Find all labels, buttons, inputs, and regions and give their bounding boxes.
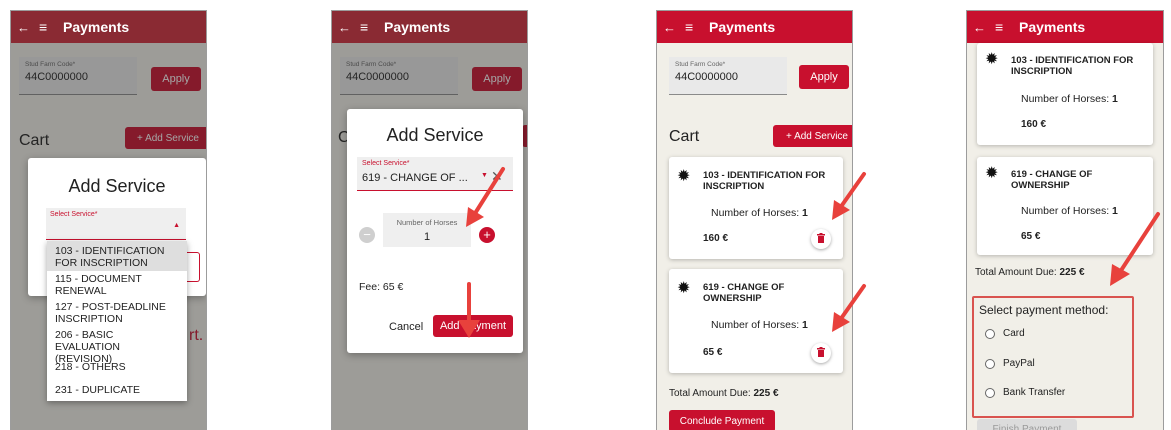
cart-item-card: ✹ 619 - CHANGE OF OWNERSHIP Number of Ho… — [669, 269, 843, 373]
hamburger-menu-icon[interactable]: ≡ — [989, 19, 1011, 35]
stud-farm-code-label: Stud Farm Code* — [675, 61, 726, 68]
horses-count: Number of Horses: 1 — [1021, 93, 1118, 105]
total-amount-value: 225 € — [1059, 267, 1085, 278]
app-bar: ← ≡ Payments — [967, 11, 1163, 43]
service-title: 103 - IDENTIFICATION FOR INSCRIPTION — [1011, 55, 1134, 77]
service-option[interactable]: 206 - BASIC EVALUATION (REVISION) — [47, 329, 187, 365]
stud-farm-code-value: 44C0000000 — [675, 71, 739, 83]
total-amount: Total Amount Due: 225 € — [975, 267, 1085, 278]
arrow-left-icon[interactable]: ← — [338, 20, 354, 35]
payment-option-label: PayPal — [1003, 358, 1035, 369]
stud-farm-code-field[interactable]: Stud Farm Code* 44C0000000 — [669, 57, 787, 95]
total-amount-label: Total Amount Due: — [975, 267, 1057, 278]
horses-count-value: 1 — [802, 319, 808, 331]
select-service-label: Select Service* — [50, 211, 98, 218]
annotation-arrow — [466, 167, 505, 227]
apply-button[interactable]: Apply — [799, 65, 849, 89]
app-title: Payments — [709, 19, 776, 35]
app-title: Payments — [63, 19, 130, 35]
service-price: 160 € — [703, 233, 729, 244]
horses-count-label: Number of Horses: — [1021, 205, 1110, 217]
service-option[interactable]: 103 - IDENTIFICATION FOR INSCRIPTION — [47, 241, 187, 271]
hamburger-menu-icon[interactable]: ≡ — [33, 19, 55, 35]
arrow-left-icon[interactable]: ← — [663, 20, 679, 35]
horses-count-label: Number of Horses: — [711, 207, 800, 219]
dialog-title: Add Service — [386, 125, 484, 145]
horses-stepper-field[interactable]: Number of Horses 1 — [383, 213, 471, 247]
gear-icon: ✹ — [985, 51, 999, 68]
gear-icon: ✹ — [677, 280, 691, 297]
dialog-action-edge — [186, 252, 200, 282]
payment-option-label: Card — [1003, 328, 1025, 339]
selected-service-value: 619 - CHANGE OF ... — [362, 172, 468, 184]
app-bar: ← ≡ Payments — [11, 11, 206, 43]
screen-add-service-dropdown: ← ≡ Payments Stud Farm Code* 44C0000000 … — [10, 10, 207, 430]
service-option[interactable]: 115 - DOCUMENT RENEWAL — [47, 273, 187, 299]
hamburger-menu-icon[interactable]: ≡ — [679, 19, 701, 35]
conclude-payment-button[interactable]: Conclude Payment — [669, 410, 775, 430]
delete-button[interactable] — [811, 229, 831, 249]
total-amount: Total Amount Due: 225 € — [669, 388, 779, 399]
horses-count-label: Number of Horses: — [1021, 93, 1110, 105]
horses-count-label: Number of Horses: — [711, 319, 800, 331]
horses-count: Number of Horses: 1 — [711, 207, 808, 219]
gear-icon: ✹ — [677, 168, 691, 185]
total-amount-label: Total Amount Due: — [669, 388, 751, 399]
cart-item-card: ✹ 103 - IDENTIFICATION FOR INSCRIPTION N… — [977, 43, 1153, 145]
delete-button[interactable] — [811, 343, 831, 363]
arrow-left-icon[interactable]: ← — [17, 20, 33, 35]
horses-label: Number of Horses — [396, 218, 458, 227]
trash-icon — [817, 347, 825, 357]
dialog-title: Add Service — [68, 176, 166, 196]
cancel-button[interactable]: Cancel — [389, 321, 423, 333]
radio-paypal[interactable] — [985, 359, 995, 369]
service-title: 619 - CHANGE OF OWNERSHIP — [1011, 169, 1093, 191]
service-options-list: 103 - IDENTIFICATION FOR INSCRIPTION 115… — [47, 241, 187, 401]
cart-item-card: ✹ 103 - IDENTIFICATION FOR INSCRIPTION N… — [669, 157, 843, 259]
annotation-arrow — [832, 284, 866, 332]
app-title: Payments — [384, 19, 451, 35]
radio-card[interactable] — [985, 329, 995, 339]
service-option[interactable]: 218 - OTHERS — [47, 361, 187, 375]
service-price: 160 € — [1021, 119, 1047, 130]
radio-bank-transfer[interactable] — [985, 388, 995, 398]
add-service-button[interactable]: + Add Service — [773, 125, 852, 147]
payment-option-label: Bank Transfer — [1003, 387, 1066, 398]
total-amount-value: 225 € — [753, 388, 779, 399]
arrow-left-icon[interactable]: ← — [973, 20, 989, 35]
gear-icon: ✹ — [985, 165, 999, 182]
service-title: 619 - CHANGE OF OWNERSHIP — [703, 282, 785, 304]
annotation-arrow — [458, 282, 480, 338]
annotation-arrow — [1110, 212, 1160, 286]
finish-payment-button[interactable]: Finish Payment — [977, 419, 1077, 430]
service-title: 103 - IDENTIFICATION FOR INSCRIPTION — [703, 170, 826, 192]
decrement-icon[interactable]: − — [359, 227, 375, 243]
hamburger-menu-icon[interactable]: ≡ — [354, 19, 376, 35]
payment-method-title: Select payment method: — [979, 303, 1109, 317]
trash-icon — [817, 233, 825, 243]
service-price: 65 € — [1021, 231, 1041, 242]
horses-count: Number of Horses: 1 — [711, 319, 808, 331]
annotation-arrow — [832, 172, 866, 220]
horses-count-value: 1 — [1112, 93, 1118, 105]
screen-cart: ← ≡ Payments Stud Farm Code* 44C0000000 … — [656, 10, 853, 430]
cart-title: Cart — [669, 128, 700, 145]
app-bar: ← ≡ Payments — [657, 11, 852, 43]
select-service-field[interactable]: Select Service* ▲ — [46, 208, 186, 240]
fee-text: Fee: 65 € — [359, 281, 404, 293]
caret-up-icon: ▲ — [173, 222, 180, 229]
service-option[interactable]: 127 - POST-DEADLINE INSCRIPTION — [47, 301, 187, 327]
horses-value: 1 — [423, 231, 431, 243]
app-bar: ← ≡ Payments — [332, 11, 527, 43]
select-service-label: Select Service* — [362, 160, 410, 167]
service-price: 65 € — [703, 347, 723, 358]
app-title: Payments — [1019, 19, 1086, 35]
service-option[interactable]: 231 - DUPLICATE — [47, 384, 187, 398]
horses-count-value: 1 — [802, 207, 808, 219]
